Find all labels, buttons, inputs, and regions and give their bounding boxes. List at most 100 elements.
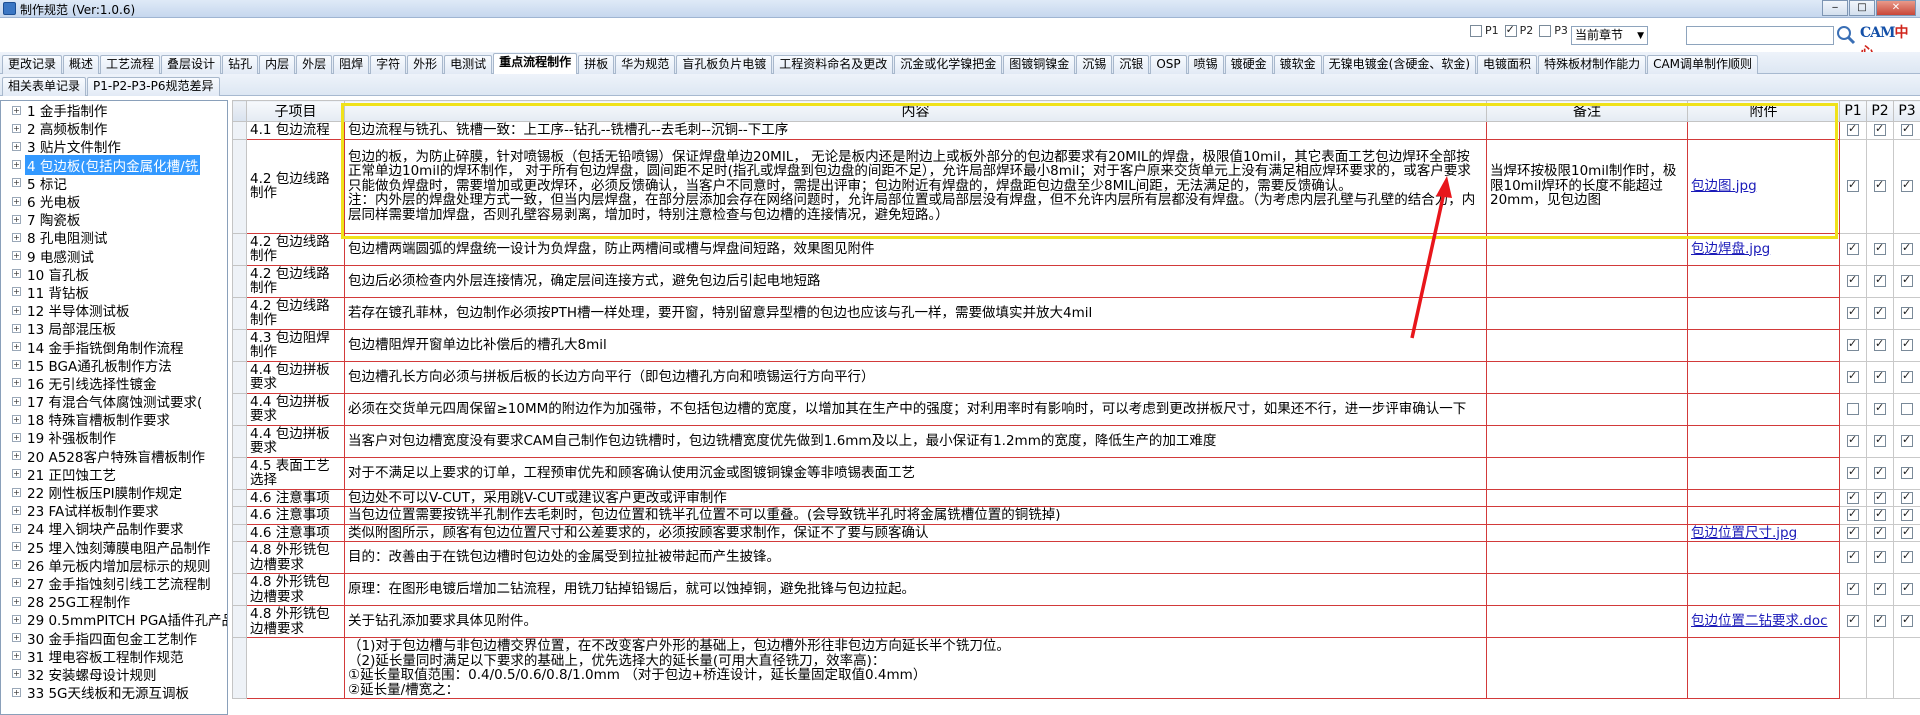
p1-checkbox[interactable] bbox=[1847, 241, 1859, 255]
p3-checkbox[interactable] bbox=[1901, 525, 1913, 539]
tab-5[interactable]: 内层 bbox=[259, 55, 296, 74]
search-icon[interactable] bbox=[1836, 25, 1856, 45]
expand-icon[interactable]: + bbox=[12, 469, 21, 479]
table-row[interactable]: 4.4 包边拼板要求 必须在交货单元四周保留≥10MM的附边作为加强带，不包括包边… bbox=[232, 392, 1920, 426]
tab-2[interactable]: 工艺流程 bbox=[100, 55, 161, 74]
cell-remark[interactable] bbox=[1486, 573, 1688, 606]
p1-checkbox[interactable] bbox=[1847, 122, 1859, 137]
p3-checkbox[interactable] bbox=[1901, 490, 1913, 504]
p1-checkbox[interactable] bbox=[1847, 402, 1859, 415]
expand-icon[interactable]: + bbox=[12, 651, 21, 661]
tree-item[interactable]: +4 包边板(包括内金属化槽/铣 bbox=[1, 154, 227, 175]
tab-15[interactable]: 工程资料命名及更改 bbox=[773, 55, 894, 74]
minimize-button[interactable]: ‒ bbox=[1822, 0, 1848, 16]
tab-21[interactable]: 喷锡 bbox=[1187, 55, 1224, 74]
expand-icon[interactable]: + bbox=[12, 505, 21, 515]
expand-icon[interactable]: + bbox=[12, 105, 21, 115]
cell-remark[interactable] bbox=[1486, 637, 1688, 699]
cell-content[interactable]: 当包边位置需要按铣半孔制作去毛刺时，包边位置和铣半孔位置不可以重叠。(会导致铣半… bbox=[344, 506, 1487, 525]
expand-icon[interactable]: + bbox=[12, 214, 21, 224]
col-header-remark[interactable]: 备注 bbox=[1486, 100, 1688, 122]
table-row[interactable]: 4.2 包边线路制作 包边后必须检查内外层连接情况，确定层间连接方式，避免包边后引… bbox=[232, 264, 1920, 298]
table-row[interactable]: 4.2 包边线路制作 包边槽两端圆弧的焊盘统一设计为负焊盘，防止两槽间或槽与焊盘间… bbox=[232, 232, 1920, 266]
p2-checkbox[interactable] bbox=[1874, 581, 1886, 596]
expand-icon[interactable]: + bbox=[12, 287, 21, 297]
cell-attachment[interactable] bbox=[1687, 637, 1840, 699]
tab-25[interactable]: 电镀面积 bbox=[1477, 55, 1538, 74]
tree-item[interactable]: +12 半导体测试板 bbox=[1, 301, 227, 320]
p2-checkbox[interactable] bbox=[1874, 401, 1886, 415]
tree-item[interactable]: +15 BGA通孔板制作方法 bbox=[1, 356, 227, 375]
cell-attachment[interactable] bbox=[1687, 121, 1840, 140]
table-row[interactable]: 4.6 注意事项 类似附图所示，顾客有包边位置尺寸和公差要求的，必须按顾客要求制作… bbox=[232, 523, 1920, 542]
tree-item[interactable]: +1 金手指制作 bbox=[1, 101, 227, 120]
cell-remark[interactable] bbox=[1486, 523, 1688, 542]
tree-item[interactable]: +30 金手指四面包金工艺制作 bbox=[1, 628, 227, 648]
p3-checkbox[interactable] bbox=[1539, 24, 1552, 37]
tab-16[interactable]: 沉金或化学镍把金 bbox=[894, 55, 1003, 74]
cell-sub-item[interactable]: 4.2 包边线路制作 bbox=[246, 296, 345, 330]
cell-sub-item[interactable]: 4.2 包边线路制作 bbox=[246, 232, 345, 266]
row-indicator[interactable] bbox=[232, 523, 247, 542]
p3-checkbox[interactable] bbox=[1901, 549, 1913, 564]
cell-content[interactable]: 关于钻孔添加要求具体见附件。 bbox=[344, 605, 1487, 638]
tab-22[interactable]: 镀硬金 bbox=[1224, 55, 1273, 74]
cell-remark[interactable] bbox=[1486, 121, 1688, 140]
tree-item[interactable]: +7 陶瓷板 bbox=[1, 210, 227, 229]
cell-remark[interactable] bbox=[1486, 232, 1688, 266]
cell-attachment[interactable] bbox=[1687, 488, 1840, 507]
cell-remark[interactable] bbox=[1486, 264, 1688, 298]
p3-checkbox[interactable] bbox=[1901, 581, 1913, 596]
expand-icon[interactable]: + bbox=[12, 487, 21, 497]
cell-sub-item[interactable]: 4.4 包边拼板要求 bbox=[246, 360, 345, 394]
col-header-p1[interactable]: P1 bbox=[1839, 100, 1867, 122]
tree-item[interactable]: +25 埋入蚀刻薄膜电阻产品制作 bbox=[1, 538, 227, 557]
table-row[interactable]: 4.1 包边流程 包边流程与铣孔、铣槽一致：上工序--钻孔--铣槽孔--去毛刺--… bbox=[232, 121, 1920, 140]
p2-checkbox[interactable] bbox=[1504, 23, 1517, 37]
tree-item[interactable]: +2 高频板制作 bbox=[1, 119, 227, 138]
p1-checkbox[interactable] bbox=[1847, 433, 1859, 447]
p3-checkbox[interactable] bbox=[1901, 305, 1913, 319]
col-header-content[interactable]: 内容 bbox=[344, 100, 1487, 122]
scope-select[interactable]: 当前章节 ▼ bbox=[1571, 26, 1648, 45]
attachment-link[interactable]: 包边焊盘.jpg bbox=[1691, 241, 1770, 257]
expand-icon[interactable]: + bbox=[12, 160, 21, 170]
cell-attachment[interactable] bbox=[1687, 424, 1840, 458]
p3-checkbox[interactable] bbox=[1901, 433, 1913, 447]
p2-checkbox[interactable] bbox=[1874, 305, 1886, 319]
cell-sub-item[interactable]: 4.3 包边阻焊制作 bbox=[246, 328, 345, 362]
cell-attachment[interactable] bbox=[1687, 264, 1840, 298]
cell-remark[interactable] bbox=[1486, 456, 1688, 490]
cell-content[interactable]: 当客户对包边槽宽度没有要求CAM自己制作包边铣槽时，包边铣槽宽度优先做到1.6m… bbox=[344, 424, 1487, 458]
cell-attachment[interactable] bbox=[1687, 456, 1840, 490]
cell-remark[interactable] bbox=[1486, 424, 1688, 458]
table-row[interactable]: 4.2 包边线路制作 若存在镀孔菲林，包边制作必须按PTH槽一样处理，要开窗，特别… bbox=[232, 296, 1920, 330]
table-row[interactable]: 4.2 包边线路制作 包边的板，为防止碎膜，针对喷锡板（包括无铅喷锡）保证焊盘单边… bbox=[232, 138, 1920, 234]
p3-checkbox[interactable] bbox=[1901, 402, 1913, 415]
tree-item[interactable]: +20 A528客户特殊盲槽板制作 bbox=[1, 447, 227, 466]
row-indicator[interactable] bbox=[232, 138, 247, 234]
p1-checkbox[interactable] bbox=[1847, 490, 1859, 504]
cell-remark[interactable] bbox=[1486, 360, 1688, 394]
p2-checkbox[interactable] bbox=[1874, 613, 1886, 628]
expand-icon[interactable]: + bbox=[12, 523, 21, 533]
expand-icon[interactable]: + bbox=[12, 614, 21, 624]
p1-checkbox[interactable] bbox=[1847, 305, 1859, 319]
tree-item[interactable]: +17 有混合气体腐蚀测试要求( bbox=[1, 392, 227, 411]
row-indicator[interactable] bbox=[232, 360, 247, 394]
cell-content[interactable]: 包边的板，为防止碎膜，针对喷锡板（包括无铅喷锡）保证焊盘单边20MIL， 无论是… bbox=[344, 138, 1487, 234]
tree-item[interactable]: +6 光电板 bbox=[1, 192, 227, 211]
cell-remark[interactable] bbox=[1486, 605, 1688, 638]
row-indicator[interactable] bbox=[232, 456, 247, 490]
p1-checkbox[interactable] bbox=[1847, 369, 1859, 383]
tab-23[interactable]: 镀软金 bbox=[1273, 55, 1322, 74]
tree-item[interactable]: +32 安装螺母设计规则 bbox=[1, 665, 227, 684]
expand-icon[interactable]: + bbox=[12, 414, 21, 424]
p1-checkbox[interactable] bbox=[1847, 525, 1859, 539]
expand-icon[interactable]: + bbox=[12, 432, 21, 442]
row-indicator[interactable] bbox=[232, 488, 247, 507]
cell-sub-item[interactable]: 4.1 包边流程 bbox=[246, 121, 345, 140]
p1-checkbox[interactable] bbox=[1847, 178, 1859, 192]
cell-attachment[interactable] bbox=[1687, 506, 1840, 525]
p1-checkbox[interactable] bbox=[1470, 24, 1482, 37]
